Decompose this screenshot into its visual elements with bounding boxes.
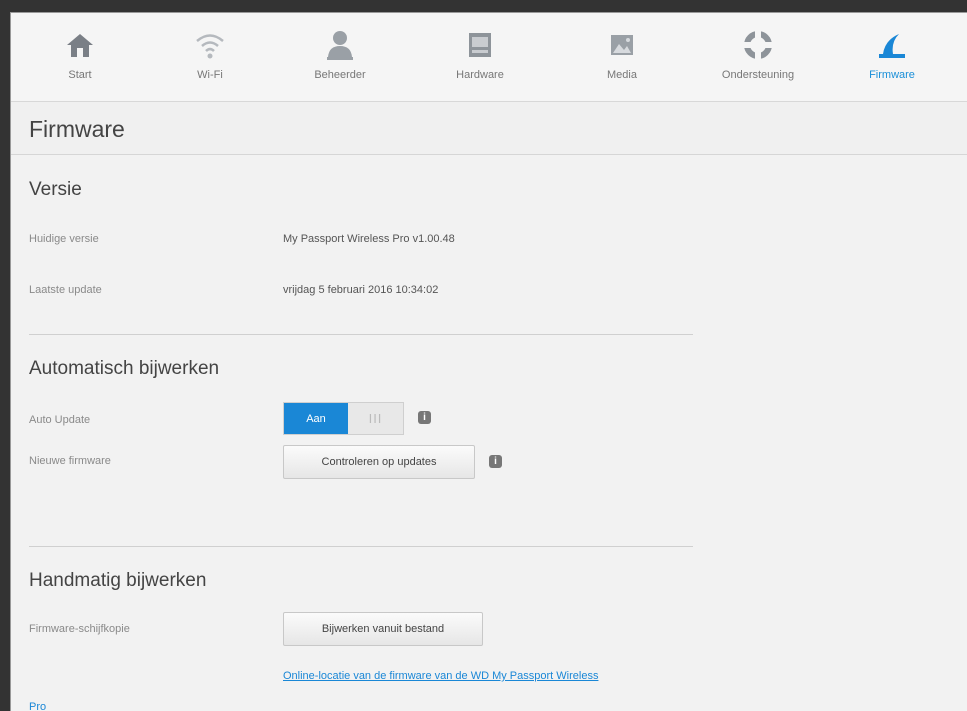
nav-item-media[interactable]: Media xyxy=(567,13,677,101)
nav-label: Start xyxy=(68,69,92,81)
divider xyxy=(29,546,693,547)
section-title-auto: Automatisch bijwerken xyxy=(29,358,220,379)
check-updates-button[interactable]: Controleren op updates xyxy=(283,445,475,479)
auto-update-toggle[interactable]: Aan III xyxy=(283,402,404,435)
wifi-icon xyxy=(190,25,230,65)
online-firmware-link[interactable]: Online-locatie van de firmware van de WD… xyxy=(283,670,598,682)
update-from-file-button[interactable]: Bijwerken vanuit bestand xyxy=(283,612,483,646)
nav-item-start[interactable]: Start xyxy=(25,13,135,101)
nav-item-beheerder[interactable]: Beheerder xyxy=(285,13,395,101)
divider xyxy=(29,334,693,335)
auto-update-label: Auto Update xyxy=(29,414,91,426)
nav-label: Media xyxy=(607,69,637,81)
new-firmware-label: Nieuwe firmware xyxy=(29,455,111,467)
nav-label: Hardware xyxy=(456,69,504,81)
firmware-image-label: Firmware-schijfkopie xyxy=(29,623,130,635)
last-update-value: vrijdag 5 februari 2016 10:34:02 xyxy=(283,284,439,296)
user-icon xyxy=(320,25,360,65)
nav-item-hardware[interactable]: Hardware xyxy=(425,13,535,101)
nav-label: Wi-Fi xyxy=(197,69,223,81)
support-icon xyxy=(738,25,778,65)
nav-item-ondersteuning[interactable]: Ondersteuning xyxy=(703,13,813,101)
last-update-label: Laatste update xyxy=(29,284,102,296)
app-window: Start Wi-Fi Beheerder Hardware Media Ond… xyxy=(10,12,967,711)
nav-label: Firmware xyxy=(869,69,915,81)
hardware-icon xyxy=(460,25,500,65)
media-icon xyxy=(602,25,642,65)
toggle-off-grip[interactable]: III xyxy=(348,403,403,434)
toggle-on-label[interactable]: Aan xyxy=(284,403,348,434)
section-title-version: Versie xyxy=(29,179,82,200)
firmware-icon xyxy=(872,25,912,65)
section-title-manual: Handmatig bijwerken xyxy=(29,570,207,591)
nav-label: Beheerder xyxy=(314,69,366,81)
nav-item-wifi[interactable]: Wi-Fi xyxy=(155,13,265,101)
page-title: Firmware xyxy=(29,116,125,142)
info-icon[interactable]: i xyxy=(489,455,502,468)
current-version-value: My Passport Wireless Pro v1.00.48 xyxy=(283,233,455,245)
current-version-label: Huidige versie xyxy=(29,233,99,245)
nav-label: Ondersteuning xyxy=(721,69,795,81)
page-header: Firmware xyxy=(11,102,967,155)
top-nav: Start Wi-Fi Beheerder Hardware Media Ond… xyxy=(11,13,967,102)
info-icon[interactable]: i xyxy=(418,411,431,424)
home-icon xyxy=(60,25,100,65)
nav-item-firmware[interactable]: Firmware xyxy=(837,13,947,101)
